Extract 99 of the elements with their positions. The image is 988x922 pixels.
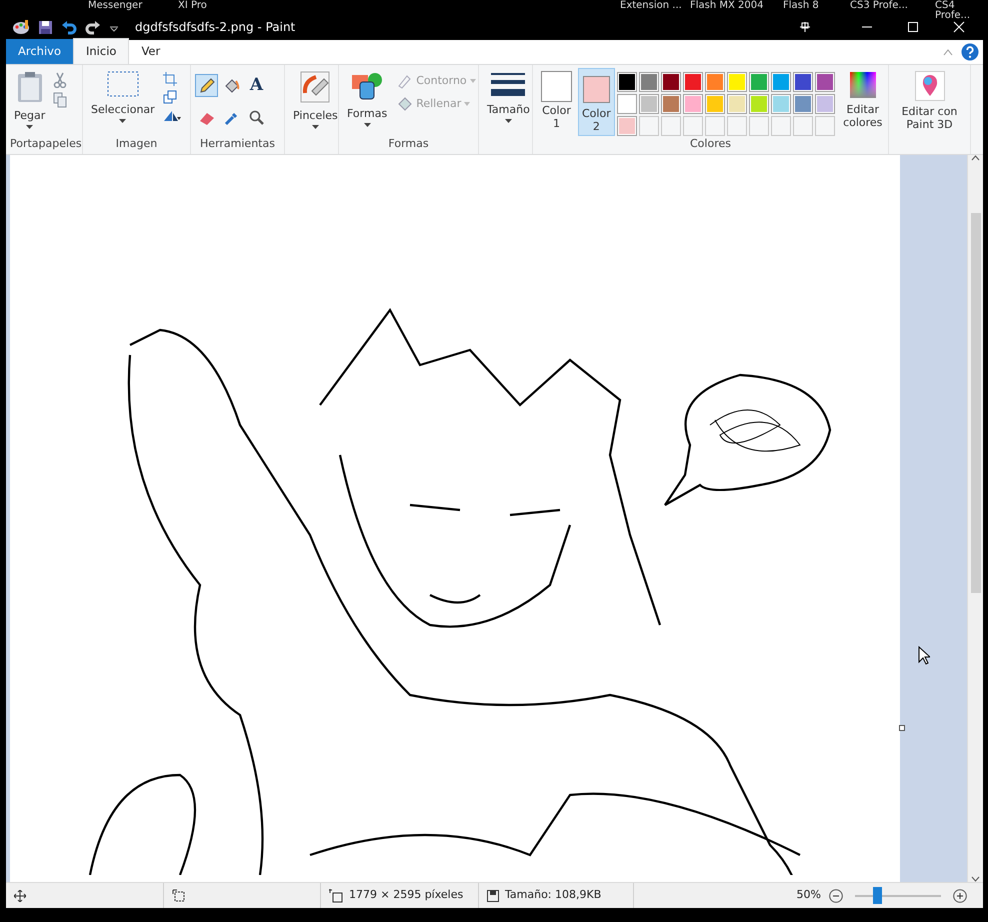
shapes-button[interactable]: Formas (343, 68, 392, 136)
palette-color[interactable] (704, 72, 725, 92)
line-width-icon (491, 71, 526, 97)
palette-color[interactable] (748, 116, 769, 136)
palette-color[interactable] (682, 94, 703, 114)
pin-icon[interactable] (798, 20, 812, 34)
image-dimensions-icon (329, 888, 343, 902)
shapes-icon (351, 71, 384, 101)
paint-bucket-icon (222, 76, 240, 94)
taskbar-item[interactable]: Flash MX 2004 (690, 1, 764, 11)
copy-icon[interactable] (53, 92, 68, 108)
resize-handle-icon[interactable] (899, 725, 905, 731)
taskbar-item[interactable]: XI Pro (178, 1, 207, 11)
palette-color[interactable] (726, 72, 747, 92)
palette-color[interactable] (814, 72, 835, 92)
magnifier-icon (248, 109, 266, 128)
palette-color[interactable] (792, 116, 813, 136)
palette-color[interactable] (814, 116, 835, 136)
palette-color[interactable] (616, 94, 637, 114)
select-button[interactable]: Seleccionar (87, 68, 159, 136)
pencil-tool[interactable] (195, 74, 218, 97)
save-icon[interactable] (38, 20, 53, 34)
ribbon-tab[interactable]: Inicio (73, 38, 130, 64)
paint-3d-icon (914, 71, 944, 101)
pencil-icon (198, 76, 216, 94)
image-dimensions: 1779 × 2595 píxeles (349, 887, 464, 904)
palette-color[interactable] (792, 94, 813, 114)
caret-icon (364, 123, 371, 128)
ribbon-tab[interactable]: Ver (129, 39, 172, 64)
palette-color[interactable] (814, 94, 835, 114)
scissors-icon[interactable] (53, 72, 68, 88)
resize-icon[interactable] (162, 90, 178, 104)
palette-color[interactable] (726, 116, 747, 136)
palette-icon[interactable] (12, 19, 30, 35)
palette-color[interactable] (638, 94, 659, 114)
color-slot-button[interactable]: Color 1 (537, 68, 576, 136)
pen-outline-icon (397, 73, 414, 90)
size-button[interactable]: Tamaño (483, 68, 534, 154)
palette-color[interactable] (704, 94, 725, 114)
caret-icon (312, 125, 319, 130)
group-label: Imagen (114, 136, 158, 152)
brush-icon (300, 71, 330, 103)
palette-color[interactable] (682, 116, 703, 136)
palette-color[interactable] (616, 116, 637, 136)
paint-3d-button[interactable]: Editar con Paint 3D (893, 68, 966, 154)
palette-color[interactable] (638, 72, 659, 92)
palette-color[interactable] (704, 116, 725, 136)
vertical-scrollbar[interactable] (967, 155, 983, 882)
palette-color[interactable] (660, 94, 681, 114)
move-cross-icon (14, 890, 26, 902)
taskbar-item[interactable]: CS3 Profe... (850, 1, 908, 11)
close-icon (953, 21, 965, 33)
edit-colors-button[interactable]: Editar colores (836, 68, 889, 136)
group-label: Herramientas (199, 136, 276, 152)
caret-icon (470, 79, 476, 84)
zoom-percentage: 50% (796, 887, 821, 904)
bucket-icon (397, 96, 414, 112)
collapse-chevron-icon[interactable] (943, 48, 953, 56)
palette-color[interactable] (660, 72, 681, 92)
redo-icon[interactable] (85, 20, 101, 34)
maximize-icon (907, 21, 919, 33)
palette-color[interactable] (616, 72, 637, 92)
clipboard-icon (16, 71, 43, 103)
text-tool[interactable]: A (245, 74, 268, 97)
selection-rectangle-icon (106, 71, 139, 97)
brushes-button[interactable]: Pinceles (289, 68, 342, 154)
caret-icon (504, 119, 512, 124)
palette-color[interactable] (792, 72, 813, 92)
palette-color[interactable] (770, 116, 791, 136)
selection-size-icon (172, 888, 186, 902)
file-menu-tab[interactable]: Archivo (6, 39, 73, 64)
caret-icon (119, 119, 126, 124)
palette-color[interactable] (748, 72, 769, 92)
group-label: Colores (689, 136, 732, 152)
taskbar-item[interactable]: Messenger (88, 1, 142, 11)
window-title: dgdfsfsdfsdfs-2.png - Paint (135, 19, 296, 36)
color-slot-button[interactable]: Color 2 (578, 68, 615, 136)
caret-icon (464, 102, 470, 106)
group-label: Formas (387, 136, 430, 152)
file-size: Tamaño: 108,9KB (505, 887, 602, 904)
color-spectrum-icon (848, 71, 877, 99)
palette-color[interactable] (660, 116, 681, 136)
palette-color[interactable] (770, 72, 791, 92)
caret-icon (26, 125, 34, 130)
undo-icon[interactable] (61, 20, 77, 34)
mouse-pointer-icon (918, 646, 930, 665)
palette-color[interactable] (748, 94, 769, 114)
zoom-in-icon[interactable] (953, 888, 967, 902)
zoom-out-icon[interactable] (829, 888, 843, 902)
palette-color[interactable] (770, 94, 791, 114)
help-icon[interactable] (961, 42, 979, 60)
paste-button[interactable]: Pegar (10, 68, 50, 136)
palette-color[interactable] (638, 116, 659, 136)
taskbar-item[interactable]: CS4 Profe... (935, 1, 988, 21)
palette-color[interactable] (682, 72, 703, 92)
palette-color[interactable] (726, 94, 747, 114)
taskbar-item[interactable]: Extension ... (620, 1, 682, 11)
crop-icon[interactable] (162, 72, 177, 86)
taskbar-item[interactable]: Flash 8 (783, 1, 819, 11)
